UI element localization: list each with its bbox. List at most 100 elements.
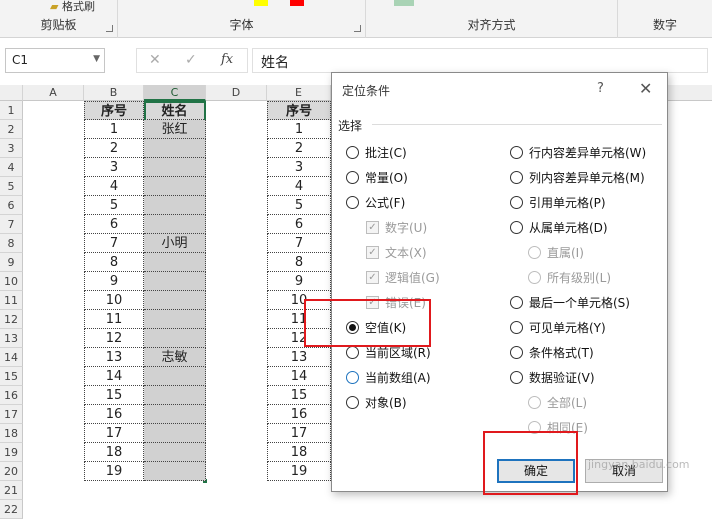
row-header[interactable]: 10 xyxy=(0,272,23,291)
seq-cell[interactable]: 8 xyxy=(84,253,144,272)
name-cell[interactable] xyxy=(144,310,206,329)
name-cell[interactable]: 志敏 xyxy=(144,348,206,367)
seq-cell[interactable]: 19 xyxy=(84,462,144,481)
radio-option[interactable]: 行内容差异单元格(W) xyxy=(510,143,646,161)
radio-option[interactable]: 最后一个单元格(S) xyxy=(510,293,630,311)
font-color-swatch[interactable] xyxy=(290,0,304,6)
seq-cell[interactable]: 10 xyxy=(84,291,144,310)
seq-cell[interactable]: 1 xyxy=(84,120,144,139)
seq-cell[interactable]: 6 xyxy=(84,215,144,234)
seq-copy-cell[interactable]: 4 xyxy=(267,177,331,196)
radio-option[interactable]: 引用单元格(P) xyxy=(510,193,606,211)
seq-cell[interactable]: 11 xyxy=(84,310,144,329)
row-header[interactable]: 21 xyxy=(0,481,23,500)
enter-icon[interactable]: ✓ xyxy=(185,52,197,68)
row-header[interactable]: 14 xyxy=(0,348,23,367)
select-all-corner[interactable] xyxy=(0,85,23,101)
clipboard-dialog-launcher-icon[interactable] xyxy=(106,25,113,32)
row-header[interactable]: 15 xyxy=(0,367,23,386)
row-header[interactable]: 11 xyxy=(0,291,23,310)
column-header-d[interactable]: D xyxy=(206,85,267,101)
font-dialog-launcher-icon[interactable] xyxy=(354,25,361,32)
radio-option[interactable]: 批注(C) xyxy=(346,143,407,161)
column-header-e[interactable]: E xyxy=(267,85,331,101)
seq-cell[interactable]: 14 xyxy=(84,367,144,386)
seq-copy-cell[interactable]: 18 xyxy=(267,443,331,462)
seq-cell[interactable]: 2 xyxy=(84,139,144,158)
seq-cell[interactable]: 4 xyxy=(84,177,144,196)
seq-cell[interactable]: 9 xyxy=(84,272,144,291)
row-header[interactable]: 17 xyxy=(0,405,23,424)
name-cell[interactable] xyxy=(144,291,206,310)
radio-option[interactable]: 从属单元格(D) xyxy=(510,218,608,236)
seq-copy-cell[interactable]: 8 xyxy=(267,253,331,272)
chevron-down-icon[interactable]: ▼ xyxy=(93,54,100,64)
name-cell[interactable] xyxy=(144,196,206,215)
radio-option[interactable]: 常量(O) xyxy=(346,168,408,186)
seq-cell[interactable]: 15 xyxy=(84,386,144,405)
close-icon[interactable]: ✕ xyxy=(639,79,652,98)
name-cell[interactable] xyxy=(144,424,206,443)
radio-option[interactable]: 对象(B) xyxy=(346,393,407,411)
cancel-icon[interactable]: ✕ xyxy=(149,52,161,68)
radio-option[interactable]: 条件格式(T) xyxy=(510,343,594,361)
seq-copy-cell[interactable]: 15 xyxy=(267,386,331,405)
name-cell[interactable] xyxy=(144,158,206,177)
name-cell[interactable] xyxy=(144,462,206,481)
row-header[interactable]: 4 xyxy=(0,158,23,177)
seq-copy-cell[interactable]: 7 xyxy=(267,234,331,253)
seq-cell[interactable]: 5 xyxy=(84,196,144,215)
insert-function-icon[interactable]: fx xyxy=(221,52,233,67)
name-cell[interactable] xyxy=(144,405,206,424)
seq-copy-cell[interactable]: 14 xyxy=(267,367,331,386)
seq-copy-cell[interactable]: 16 xyxy=(267,405,331,424)
radio-option[interactable]: 列内容差异单元格(M) xyxy=(510,168,645,186)
name-cell[interactable] xyxy=(144,386,206,405)
row-header[interactable]: 1 xyxy=(0,101,23,120)
name-cell[interactable]: 小明 xyxy=(144,234,206,253)
formula-input[interactable]: 姓名 xyxy=(252,48,708,73)
row-header[interactable]: 13 xyxy=(0,329,23,348)
radio-option[interactable]: 可见单元格(Y) xyxy=(510,318,606,336)
name-cell[interactable] xyxy=(144,367,206,386)
header-cell-seq-copy[interactable]: 序号 xyxy=(267,101,331,120)
seq-copy-cell[interactable]: 13 xyxy=(267,348,331,367)
seq-copy-cell[interactable]: 5 xyxy=(267,196,331,215)
seq-cell[interactable]: 17 xyxy=(84,424,144,443)
help-icon[interactable]: ? xyxy=(597,81,604,96)
row-header[interactable]: 20 xyxy=(0,462,23,481)
column-header-b[interactable]: B xyxy=(84,85,144,101)
name-cell[interactable] xyxy=(144,272,206,291)
row-header[interactable]: 9 xyxy=(0,253,23,272)
row-header[interactable]: 16 xyxy=(0,386,23,405)
name-cell[interactable] xyxy=(144,177,206,196)
row-header[interactable]: 12 xyxy=(0,310,23,329)
seq-cell[interactable]: 7 xyxy=(84,234,144,253)
highlight-color-swatch[interactable] xyxy=(254,0,268,6)
format-painter-button[interactable]: ▰ 格式刷 xyxy=(50,0,95,14)
name-cell[interactable] xyxy=(144,253,206,272)
row-header[interactable]: 5 xyxy=(0,177,23,196)
row-header[interactable]: 18 xyxy=(0,424,23,443)
radio-option[interactable]: 当前数组(A) xyxy=(346,368,431,386)
radio-option[interactable]: 数据验证(V) xyxy=(510,368,595,386)
name-box[interactable]: C1 ▼ xyxy=(5,48,105,73)
header-cell-seq[interactable]: 序号 xyxy=(84,101,144,120)
radio-option[interactable]: 公式(F) xyxy=(346,193,405,211)
row-header[interactable]: 7 xyxy=(0,215,23,234)
column-header-c[interactable]: C xyxy=(144,85,206,101)
name-cell[interactable] xyxy=(144,329,206,348)
seq-cell[interactable]: 3 xyxy=(84,158,144,177)
row-header[interactable]: 2 xyxy=(0,120,23,139)
row-header[interactable]: 19 xyxy=(0,443,23,462)
seq-copy-cell[interactable]: 3 xyxy=(267,158,331,177)
column-header-a[interactable]: A xyxy=(23,85,84,101)
seq-copy-cell[interactable]: 2 xyxy=(267,139,331,158)
name-cell[interactable] xyxy=(144,215,206,234)
seq-cell[interactable]: 12 xyxy=(84,329,144,348)
name-cell[interactable] xyxy=(144,139,206,158)
seq-cell[interactable]: 13 xyxy=(84,348,144,367)
seq-copy-cell[interactable]: 6 xyxy=(267,215,331,234)
row-header[interactable]: 3 xyxy=(0,139,23,158)
row-header[interactable]: 6 xyxy=(0,196,23,215)
